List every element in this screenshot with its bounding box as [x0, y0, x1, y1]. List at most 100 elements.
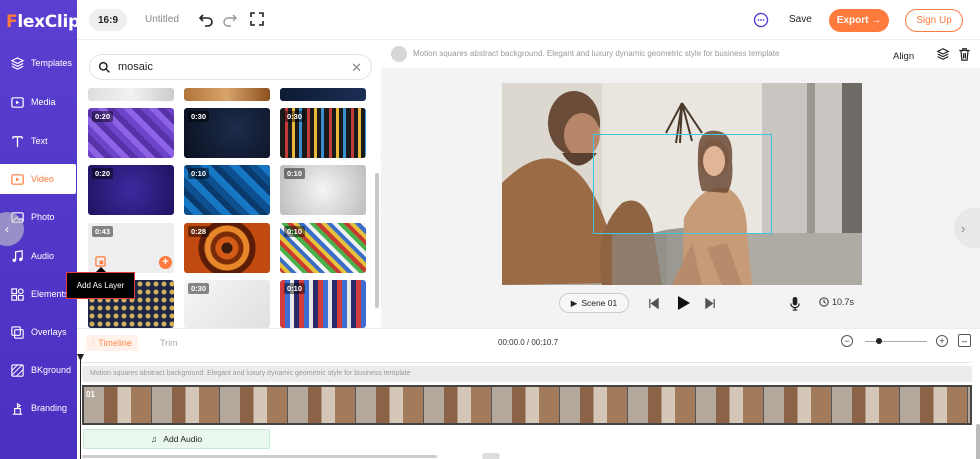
- timeline-vertical-scrollbar[interactable]: [976, 424, 980, 459]
- video-thumbnail[interactable]: 0:30: [280, 108, 366, 158]
- clip-thumbnail-icon: [391, 46, 407, 62]
- duration-badge: 0:30: [188, 111, 210, 122]
- video-thumbnail[interactable]: 0:20: [88, 108, 174, 158]
- video-thumbnail[interactable]: 0:10: [280, 223, 366, 273]
- clip-frame: [900, 387, 968, 423]
- timeline-scrollbar[interactable]: [82, 455, 437, 458]
- project-title[interactable]: Untitled: [145, 14, 179, 25]
- redo-icon[interactable]: [222, 11, 238, 27]
- video-thumbnail[interactable]: [184, 88, 270, 101]
- undo-icon[interactable]: [198, 11, 214, 27]
- playhead[interactable]: [80, 354, 81, 459]
- sidebar-item-templates[interactable]: Templates: [0, 48, 77, 78]
- timeline-icon: ⫶: [92, 337, 95, 348]
- scene-selector[interactable]: ▶ Scene 01: [559, 293, 629, 313]
- search-input[interactable]: [118, 61, 348, 73]
- video-thumbnail[interactable]: 0:43 +: [88, 223, 174, 273]
- video-thumbnail[interactable]: 0:10: [280, 280, 366, 328]
- sidebar-item-audio[interactable]: Audio: [0, 241, 77, 271]
- sidebar-item-label: Elements: [31, 289, 69, 299]
- sidebar-item-label: BKground: [31, 365, 72, 375]
- chat-icon[interactable]: [753, 12, 769, 28]
- clip-frame: [968, 387, 970, 423]
- sidebar-item-media[interactable]: Media: [0, 87, 77, 117]
- video-thumbnail[interactable]: 0:20: [88, 165, 174, 215]
- microphone-icon[interactable]: [789, 296, 801, 311]
- overlays-icon: [11, 325, 24, 339]
- tab-trim[interactable]: Trim: [154, 335, 184, 351]
- video-thumbnail[interactable]: 0:10: [184, 165, 270, 215]
- video-canvas[interactable]: [502, 83, 862, 285]
- top-toolbar: 16:9 Untitled Save Export → Sign Up: [77, 0, 980, 40]
- sidebar-item-label: Audio: [31, 251, 55, 261]
- sidebar-item-label: Overlays: [31, 327, 67, 337]
- sidebar-item-label: Text: [31, 136, 48, 146]
- clip-frame: [560, 387, 628, 423]
- background-icon: [11, 363, 24, 377]
- expand-timeline-button[interactable]: [482, 453, 500, 459]
- sidebar-item-branding[interactable]: Branding: [0, 393, 77, 423]
- sidebar-item-video[interactable]: Video: [0, 164, 76, 194]
- sidebar-item-text[interactable]: Text: [0, 126, 77, 156]
- duration-value: 10.7s: [832, 297, 855, 307]
- duration-badge: 0:10: [284, 226, 306, 237]
- media-scrollbar[interactable]: [375, 173, 379, 308]
- sidebar-item-label: Video: [31, 174, 54, 184]
- zoom-slider-handle[interactable]: [876, 338, 882, 344]
- add-as-layer-icon[interactable]: [95, 256, 106, 267]
- clip-frame: [288, 387, 356, 423]
- align-button[interactable]: Align: [893, 51, 914, 62]
- zoom-in-button[interactable]: +: [936, 335, 948, 347]
- video-icon: [11, 173, 24, 185]
- export-button[interactable]: Export →: [829, 9, 889, 32]
- play-icon[interactable]: [677, 295, 691, 311]
- clip-frame: [424, 387, 492, 423]
- trash-icon[interactable]: [958, 47, 971, 61]
- elements-icon: [11, 287, 24, 301]
- music-icon: [12, 249, 23, 262]
- layers-icon: [10, 56, 25, 70]
- add-clip-button[interactable]: +: [159, 256, 172, 269]
- tab-timeline[interactable]: ⫶ Timeline: [86, 335, 138, 351]
- add-audio-label: Add Audio: [163, 434, 203, 444]
- preview-area: Motion squares abstract background. Eleg…: [381, 40, 980, 328]
- skip-back-icon[interactable]: [648, 298, 659, 309]
- clip-marker: 01: [86, 390, 95, 399]
- video-thumbnail[interactable]: [88, 88, 174, 101]
- skip-forward-icon[interactable]: [705, 298, 716, 309]
- media-icon: [11, 96, 24, 108]
- sidebar-item-label: Media: [31, 97, 56, 107]
- tab-label: Timeline: [98, 338, 132, 348]
- video-thumbnail[interactable]: 0:28: [184, 223, 270, 273]
- clip-frame: 01: [84, 387, 152, 423]
- duration-badge: 0:20: [92, 111, 114, 122]
- fit-timeline-button[interactable]: ↔: [958, 334, 971, 347]
- clear-search-icon[interactable]: ✕: [351, 60, 362, 76]
- signup-button[interactable]: Sign Up: [905, 9, 963, 32]
- fullscreen-icon[interactable]: [249, 11, 265, 27]
- time-ruler[interactable]: [81, 355, 971, 363]
- zoom-out-button[interactable]: −: [841, 335, 853, 347]
- clip-frame: [764, 387, 832, 423]
- video-thumbnail[interactable]: 0:30: [184, 280, 270, 328]
- duration-badge: 0:43: [92, 226, 114, 237]
- selection-box[interactable]: [593, 134, 772, 234]
- clip-caption: Motion squares abstract background. Eleg…: [413, 49, 780, 58]
- add-as-layer-tooltip: Add As Layer: [66, 267, 135, 299]
- flexclip-logo[interactable]: FlexClip: [6, 12, 80, 32]
- clock-icon: [819, 297, 829, 307]
- video-thumbnail[interactable]: [280, 88, 366, 101]
- add-audio-button[interactable]: ♫ Add Audio: [83, 429, 270, 449]
- video-track[interactable]: 01: [82, 385, 972, 425]
- sidebar-item-bkground[interactable]: BKground: [0, 355, 77, 385]
- video-thumbnail[interactable]: 0:10: [280, 165, 366, 215]
- layers-icon[interactable]: [936, 47, 950, 61]
- clip-frame: [628, 387, 696, 423]
- sidebar-item-overlays[interactable]: Overlays: [0, 317, 77, 347]
- video-thumbnail[interactable]: 0:30: [184, 108, 270, 158]
- save-button[interactable]: Save: [789, 14, 812, 25]
- search-bar: ✕: [89, 54, 372, 80]
- next-scene-button[interactable]: ›: [954, 208, 980, 248]
- aspect-ratio-button[interactable]: 16:9: [89, 9, 127, 31]
- zoom-slider[interactable]: [865, 341, 927, 342]
